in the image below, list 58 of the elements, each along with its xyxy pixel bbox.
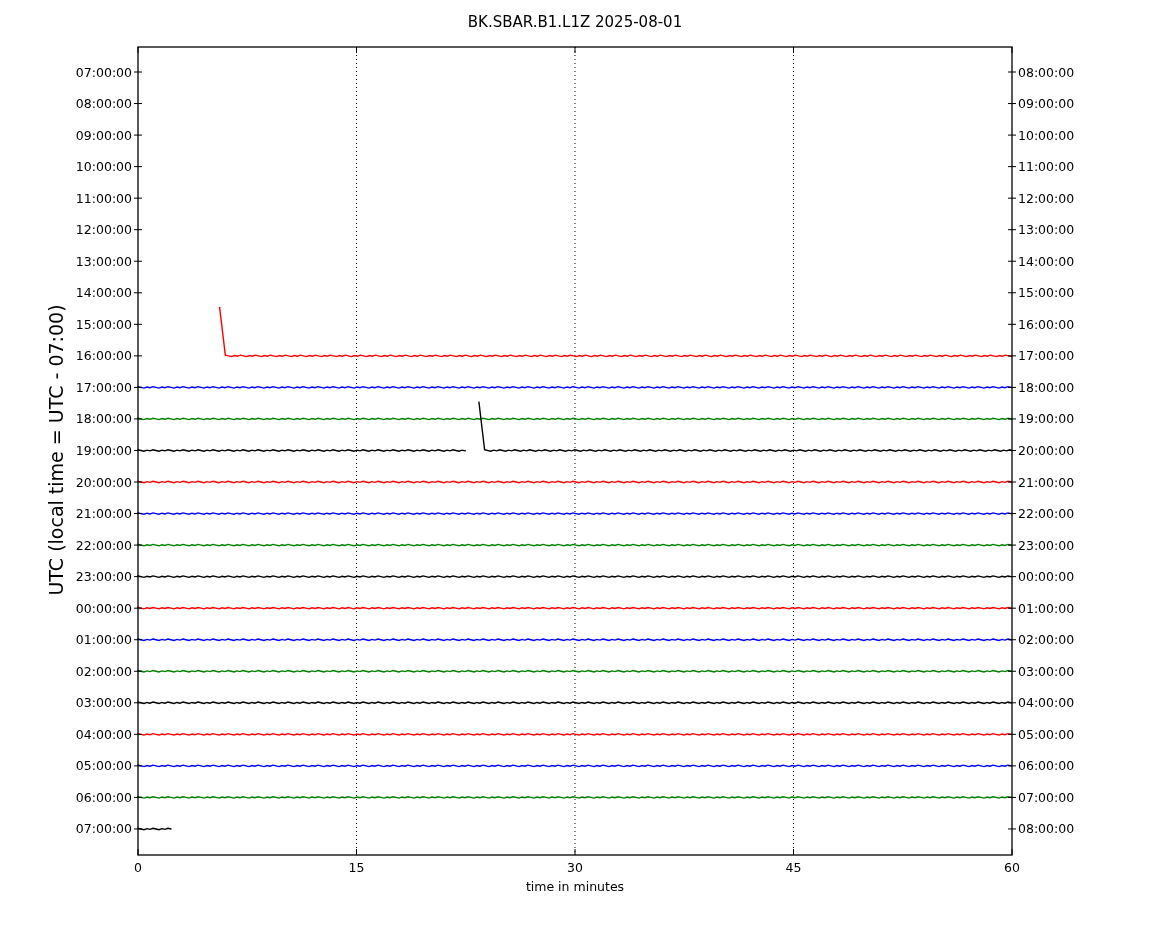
x-tick-label: 45 (785, 860, 802, 875)
y-tick-label: 20:00:00 (75, 474, 132, 490)
y-tick-label: 05:00:00 (1018, 726, 1075, 742)
y-tick-label: 05:00:00 (75, 758, 132, 774)
y-tick-label: 22:00:00 (75, 537, 132, 553)
y-tick-label: 13:00:00 (1018, 222, 1075, 238)
y-tick-label: 12:00:00 (75, 222, 132, 238)
x-tick-label: 0 (134, 860, 142, 875)
y-tick-label: 13:00:00 (75, 253, 132, 269)
y-tick-label: 10:00:00 (75, 159, 132, 175)
y-tick-label: 20:00:00 (1018, 443, 1075, 458)
y-tick-label: 03:00:00 (75, 695, 132, 711)
y-tick-label: 19:00:00 (1018, 411, 1075, 427)
y-tick-label: 08:00:00 (1018, 821, 1075, 837)
x-tick-label: 30 (567, 860, 583, 875)
y-axis-label: UTC (local time = UTC - 07:00) (45, 304, 67, 596)
x-axis-label: time in minutes (525, 879, 625, 894)
y-tick-label: 18:00:00 (1018, 379, 1075, 395)
y-tick-label: 11:00:00 (1018, 159, 1075, 175)
y-tick-label: 00:00:00 (75, 600, 132, 616)
chart-title: BK.SBAR.B1.L1Z 2025-08-01 (467, 13, 683, 31)
y-tick-label: 02:00:00 (75, 663, 132, 679)
y-tick-label: 07:00:00 (1018, 789, 1075, 805)
y-tick-label: 14:00:00 (1018, 253, 1075, 269)
y-tick-label: 06:00:00 (1018, 758, 1075, 774)
y-tick-label: 07:00:00 (75, 64, 132, 80)
y-tick-label: 21:00:00 (75, 506, 132, 522)
y-tick-label: 23:00:00 (75, 569, 132, 585)
y-tick-label: 15:00:00 (1018, 285, 1075, 301)
x-tick-label: 60 (1004, 860, 1020, 875)
y-tick-label: 01:00:00 (1018, 600, 1075, 616)
y-tick-label: 18:00:00 (75, 411, 132, 427)
y-tick-label: 03:00:00 (1018, 663, 1075, 679)
y-tick-label: 17:00:00 (75, 379, 132, 395)
y-tick-label: 17:00:00 (1018, 348, 1075, 364)
y-tick-label: 08:00:00 (75, 96, 132, 112)
y-tick-label: 19:00:00 (75, 443, 132, 458)
y-tick-label: 16:00:00 (1018, 316, 1075, 332)
y-tick-label: 12:00:00 (1018, 190, 1075, 206)
y-tick-label: 02:00:00 (1018, 632, 1075, 648)
y-tick-label: 00:00:00 (1018, 569, 1075, 585)
y-tick-label: 22:00:00 (1018, 506, 1075, 522)
y-tick-label: 04:00:00 (75, 726, 132, 742)
y-tick-label: 16:00:00 (75, 348, 132, 364)
y-tick-label: 08:00:00 (1018, 64, 1075, 80)
y-tick-label: 15:00:00 (75, 316, 132, 332)
y-tick-label: 10:00:00 (1018, 127, 1075, 143)
y-tick-label: 23:00:00 (1018, 537, 1075, 553)
y-tick-label: 09:00:00 (75, 127, 132, 143)
y-tick-label: 07:00:00 (75, 821, 132, 837)
x-tick-label: 15 (348, 860, 365, 875)
y-tick-label: 14:00:00 (75, 285, 132, 301)
y-tick-label: 06:00:00 (75, 789, 132, 805)
y-tick-label: 01:00:00 (75, 632, 132, 648)
y-tick-label: 21:00:00 (1018, 474, 1075, 490)
y-tick-label: 09:00:00 (1018, 96, 1075, 112)
y-tick-label: 11:00:00 (75, 190, 132, 206)
y-tick-label: 04:00:00 (1018, 695, 1075, 711)
